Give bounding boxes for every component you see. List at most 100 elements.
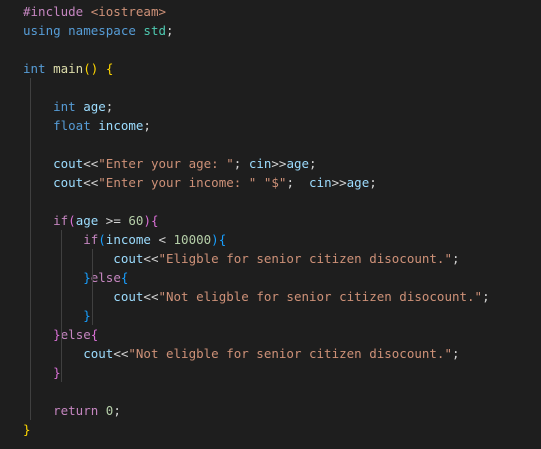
code-token: "Enter your income: ": [98, 175, 257, 190]
code-token: age: [83, 99, 106, 114]
indent-guide: [30, 116, 31, 135]
code-line[interactable]: }else{: [0, 268, 541, 287]
indent-guide: [61, 268, 62, 287]
code-token: using: [23, 23, 69, 38]
code-token: (): [83, 61, 99, 76]
code-line[interactable]: [0, 192, 541, 211]
code-token: float: [23, 118, 99, 133]
code-token: <<: [83, 156, 99, 171]
code-line[interactable]: int age;: [0, 97, 541, 116]
code-token: int: [23, 61, 54, 76]
indent-guide: [61, 230, 62, 249]
code-line[interactable]: cout<<"Not eligble for senior citizen di…: [0, 344, 541, 363]
code-token: std: [143, 23, 166, 38]
code-line[interactable]: cout<<"Eligble for senior citizen disoco…: [0, 249, 541, 268]
code-token: {: [105, 61, 114, 76]
code-token: {: [90, 327, 99, 342]
code-token: else: [90, 270, 121, 285]
indent-guide: [30, 325, 31, 344]
indent-guide: [61, 344, 62, 363]
code-line[interactable]: return 0;: [0, 401, 541, 420]
code-token: return: [23, 403, 106, 418]
code-line[interactable]: [0, 382, 541, 401]
code-token: age: [286, 156, 310, 171]
code-token: cin: [309, 175, 332, 190]
code-token: }: [83, 270, 91, 285]
indent-guide: [30, 344, 31, 363]
code-line[interactable]: cout<<"Enter your income: " "$"; cin>>ag…: [0, 173, 541, 192]
code-line[interactable]: float income;: [0, 116, 541, 135]
code-token: age: [75, 213, 99, 228]
code-token: ): [211, 232, 219, 247]
code-token: income: [98, 118, 144, 133]
code-token: "Enter your age: ": [98, 156, 234, 171]
code-line[interactable]: }: [0, 420, 541, 439]
indent-guide: [92, 287, 93, 306]
indent-guide: [30, 135, 31, 154]
code-token: "Not eligble for senior citizen disocoun…: [128, 346, 452, 361]
indent-guide: [30, 78, 31, 97]
indent-guide: [30, 211, 31, 230]
code-token: ;: [113, 403, 121, 418]
code-line[interactable]: if(age >= 60){: [0, 211, 541, 230]
code-token: }: [83, 308, 91, 323]
indent-guide: [92, 249, 93, 268]
code-token: }: [53, 327, 61, 342]
code-token: }: [53, 365, 61, 380]
code-token: namespace: [68, 23, 144, 38]
code-token: }: [23, 422, 31, 437]
code-token: ;: [369, 175, 377, 190]
indent-guide: [30, 154, 31, 173]
code-token: ;: [482, 289, 490, 304]
indent-guide: [30, 306, 31, 325]
code-token: >=: [98, 213, 129, 228]
code-token: <<: [143, 289, 159, 304]
code-line[interactable]: }: [0, 363, 541, 382]
code-token: <iostream>: [90, 4, 166, 19]
code-token: int: [23, 99, 84, 114]
indent-guide: [30, 363, 31, 382]
indent-guide: [61, 363, 62, 382]
code-token: {: [218, 232, 227, 247]
code-token: "$": [263, 175, 287, 190]
code-line[interactable]: [0, 78, 541, 97]
indent-guide: [30, 192, 31, 211]
code-token: #include: [23, 4, 91, 19]
code-line[interactable]: cout<<"Not eligble for senior citizen di…: [0, 287, 541, 306]
indent-guide: [30, 268, 31, 287]
code-line[interactable]: [0, 40, 541, 59]
code-line[interactable]: cout<<"Enter your age: "; cin>>age;: [0, 154, 541, 173]
code-token: <<: [83, 175, 99, 190]
indent-guide: [30, 287, 31, 306]
code-token: <<: [113, 346, 129, 361]
indent-guide: [30, 249, 31, 268]
code-token: (: [68, 213, 76, 228]
code-line[interactable]: int main() {: [0, 59, 541, 78]
code-token: ;: [286, 175, 310, 190]
code-token: ): [143, 213, 151, 228]
code-line[interactable]: }else{: [0, 325, 541, 344]
code-token: <: [150, 232, 174, 247]
code-line[interactable]: if(income < 10000){: [0, 230, 541, 249]
code-line[interactable]: }: [0, 306, 541, 325]
code-line[interactable]: #include <iostream>: [0, 2, 541, 21]
indent-guide: [30, 382, 31, 401]
code-token: ;: [143, 118, 151, 133]
code-token: ;: [166, 23, 174, 38]
indent-guide: [61, 306, 62, 325]
code-token: >>: [331, 175, 347, 190]
code-token: "Not eligble for senior citizen disocoun…: [158, 289, 483, 304]
code-token: ;: [309, 156, 317, 171]
code-token: income: [105, 232, 151, 247]
code-token: cout: [23, 175, 84, 190]
code-line[interactable]: [0, 135, 541, 154]
code-editor[interactable]: #include <iostream> using namespace std; i…: [0, 0, 541, 449]
code-token: cout: [23, 156, 84, 171]
code-token: cout: [23, 251, 144, 266]
code-line[interactable]: using namespace std;: [0, 21, 541, 40]
